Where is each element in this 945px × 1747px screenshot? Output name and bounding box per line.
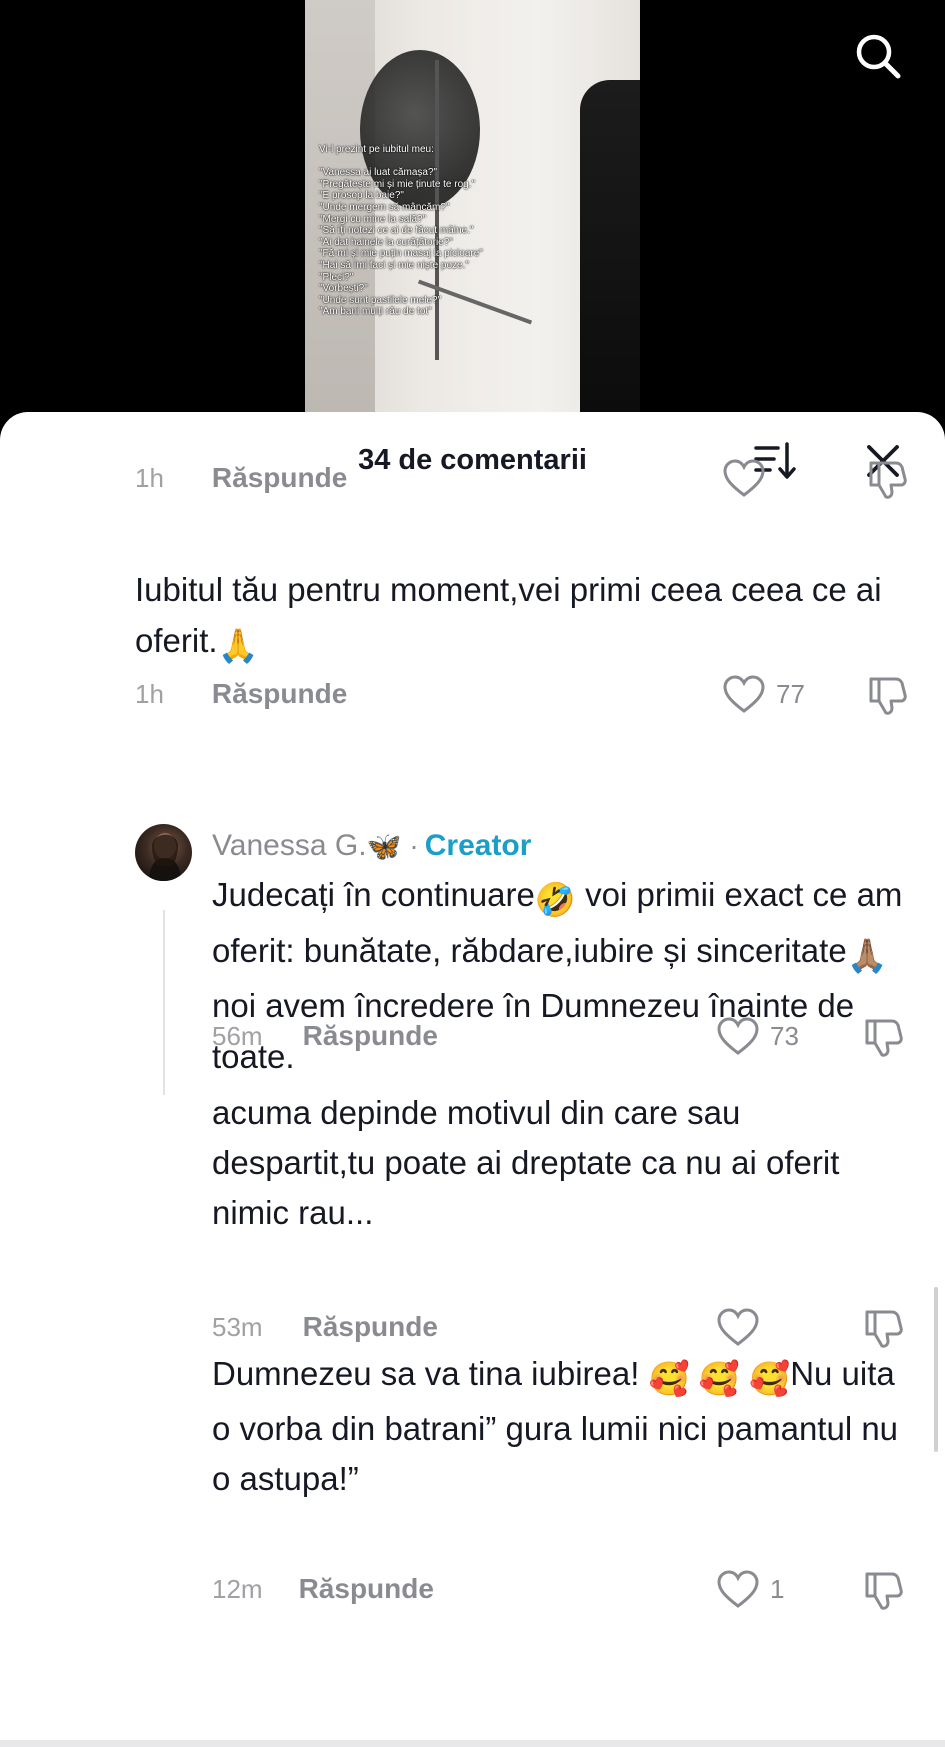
comment-meta: 1h Răspunde — [135, 674, 347, 714]
comment-time: 1h — [135, 462, 164, 493]
like-button[interactable]: 73 — [716, 1014, 799, 1058]
avatar-image — [149, 833, 181, 881]
author-name[interactable]: Vanessa G. — [212, 829, 367, 863]
comment-text: acuma depinde motivul din care sau despa… — [212, 1088, 872, 1238]
heart-icon — [717, 1570, 759, 1608]
like-button[interactable]: 77 — [722, 672, 805, 716]
thumbs-down-icon — [869, 461, 907, 499]
comment-text: Iubitul tău pentru moment,vei primi ceea… — [135, 564, 925, 671]
reply-button[interactable]: Răspunde — [212, 462, 347, 494]
like-button[interactable] — [716, 1305, 760, 1349]
like-count: 73 — [770, 1020, 799, 1051]
comment-meta: 56m Răspunde — [212, 1016, 438, 1056]
laughing-emoji: 🤣 — [534, 881, 576, 918]
reply-button[interactable]: Răspunde — [303, 1311, 438, 1343]
thumbs-down-icon — [865, 1019, 903, 1057]
heart-icon — [717, 1308, 759, 1346]
like-count: 1 — [770, 1573, 785, 1604]
bottom-divider — [0, 1740, 945, 1747]
creator-badge: Creator — [424, 829, 532, 862]
video-caption-overlay: Vi-l prezint pe iubitul meu: "Vanessa ai… — [319, 144, 483, 318]
comment-author-row: Vanessa G. 🦋 · Creator — [212, 824, 531, 868]
comment-body-part: Dumnezeu sa va tina iubirea! — [212, 1355, 649, 1392]
heart-icon — [723, 675, 765, 713]
like-count: 77 — [776, 678, 805, 709]
video-player[interactable]: Vi-l prezint pe iubitul meu: "Vanessa ai… — [0, 0, 945, 420]
thumbs-down-icon — [865, 1572, 903, 1610]
separator-dot: · — [409, 830, 419, 861]
video-person-right — [580, 80, 640, 412]
video-frame[interactable]: Vi-l prezint pe iubitul meu: "Vanessa ai… — [305, 0, 640, 412]
pray-emoji: 🙏🏽 — [846, 936, 888, 974]
comment-time: 53m — [212, 1311, 263, 1342]
thumbs-down-icon — [865, 1310, 903, 1348]
comment-body: acuma depinde motivul din care sau despa… — [212, 1094, 840, 1231]
dislike-button[interactable] — [864, 673, 908, 717]
dislike-button[interactable] — [860, 1306, 904, 1350]
smiling-hearts-emoji: 🥰 🥰 🥰 — [648, 1360, 791, 1397]
comment-body-part: Judecați în continuare — [212, 876, 535, 913]
dislike-button[interactable] — [864, 457, 908, 501]
like-button[interactable] — [722, 456, 766, 500]
comment-text: Dumnezeu sa va tina iubirea! 🥰 🥰 🥰Nu uit… — [212, 1349, 912, 1504]
heart-icon — [723, 459, 765, 497]
pray-emoji: 🙏 — [217, 627, 259, 664]
dislike-button[interactable] — [860, 1568, 904, 1612]
scrollbar-thumb[interactable] — [934, 1287, 938, 1452]
thread-line — [163, 910, 165, 1095]
thumbs-down-icon — [869, 677, 907, 715]
reply-button[interactable]: Răspunde — [212, 678, 347, 710]
comment-meta: 53m Răspunde — [212, 1307, 438, 1347]
reply-button[interactable]: Răspunde — [303, 1020, 438, 1052]
search-button[interactable] — [850, 28, 906, 84]
butterfly-emoji: 🦋 — [366, 830, 402, 862]
comment-time: 1h — [135, 678, 164, 709]
avatar[interactable] — [135, 824, 192, 881]
like-button[interactable]: 1 — [716, 1567, 784, 1611]
reply-button[interactable]: Răspunde — [299, 1573, 434, 1605]
comment-meta: 12m Răspunde — [212, 1569, 434, 1609]
comment-time: 12m — [212, 1573, 263, 1604]
heart-icon — [717, 1017, 759, 1055]
dislike-button[interactable] — [860, 1015, 904, 1059]
comment-meta: 1h Răspunde — [135, 458, 347, 498]
comment-time: 56m — [212, 1020, 263, 1051]
search-icon — [856, 34, 901, 79]
comments-sheet: 34 de comentarii 1h Răspunde Iubitul tău… — [0, 412, 945, 1747]
